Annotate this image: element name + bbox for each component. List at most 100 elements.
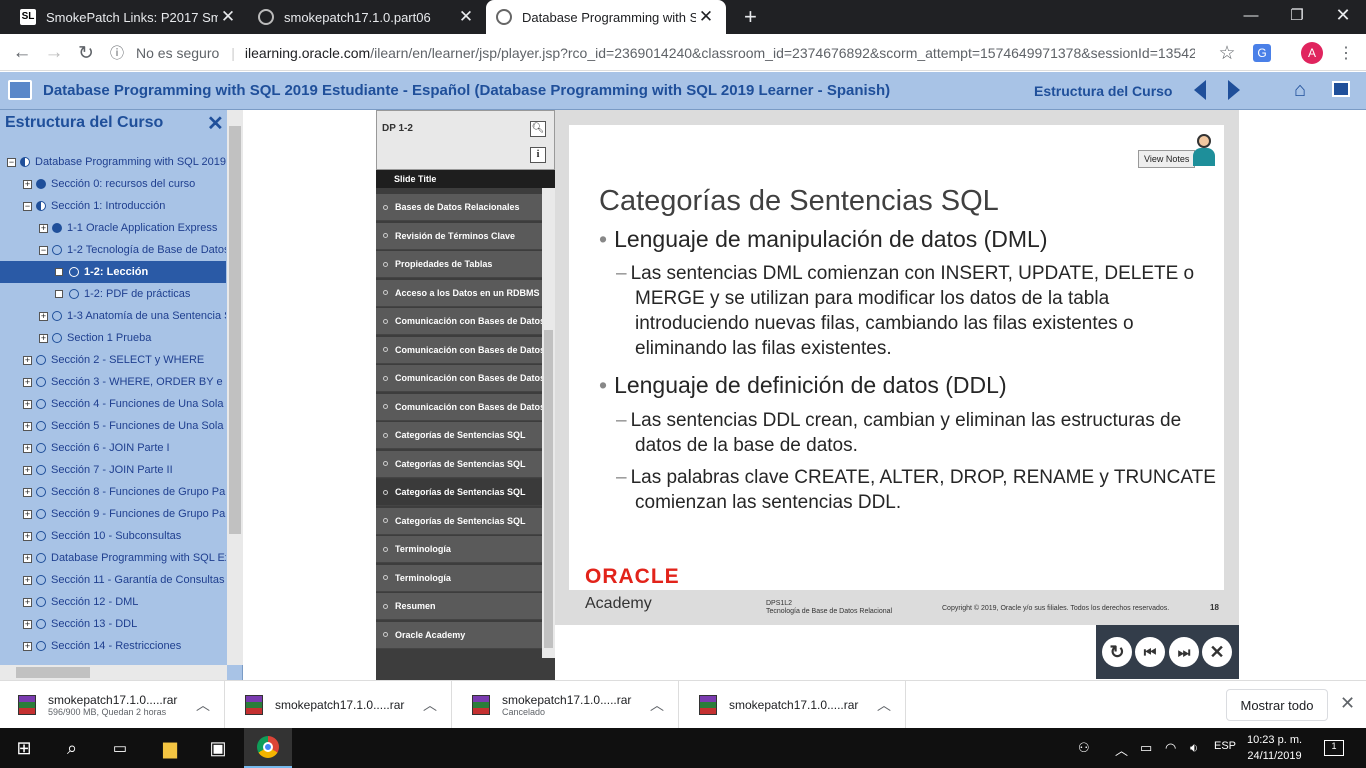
chevron-up-icon[interactable]: ︿: [196, 695, 210, 715]
sidebar-tree-item[interactable]: + Sección 12 - DML: [0, 591, 226, 613]
slide-list-item[interactable]: Categorías de Sentencias SQL: [376, 450, 542, 478]
minimize-icon[interactable]: —: [1228, 0, 1274, 30]
file-explorer-icon[interactable]: ▆: [146, 728, 194, 768]
slide-list-item[interactable]: Comunicación con Bases de Datos: [376, 365, 542, 392]
info-icon[interactable]: ⓘ: [110, 43, 124, 63]
sidebar-scroll-thumb[interactable]: [229, 126, 241, 534]
slide-list-item[interactable]: Revisión de Términos Clave: [376, 222, 542, 250]
translate-icon[interactable]: G: [1253, 44, 1271, 62]
download-item[interactable]: smokepatch17.1.0.....rar ︿: [681, 681, 906, 729]
sidebar-tree-item[interactable]: + Sección 13 - DDL: [0, 613, 226, 635]
slide-list-item[interactable]: Categorías de Sentencias SQL: [376, 422, 542, 449]
slide-list-item[interactable]: Comunicación con Bases de Datos: [376, 336, 542, 364]
close-tab-icon[interactable]: ✕: [696, 7, 716, 27]
sidebar-tree-item[interactable]: − Sección 1: Introducción: [0, 195, 226, 217]
collapse-icon[interactable]: −: [23, 201, 32, 211]
sidebar-tree-item[interactable]: + Sección 8 - Funciones de Grupo Part: [0, 481, 226, 503]
expand-icon[interactable]: +: [23, 355, 32, 365]
sidebar-tree-item[interactable]: +1-1 Oracle Application Express: [0, 217, 226, 239]
expand-icon[interactable]: +: [23, 575, 32, 585]
slide-list-item[interactable]: Comunicación con Bases de Datos: [376, 393, 542, 421]
info-icon[interactable]: i: [530, 147, 546, 163]
download-item[interactable]: smokepatch17.1.0.....rar Cancelado ︿: [454, 681, 679, 729]
reload-icon[interactable]: ↻: [73, 40, 99, 66]
sidebar-tree-item[interactable]: − 1-2 Tecnología de Base de Datos: [0, 239, 226, 261]
slide-list-item[interactable]: Acceso a los Datos en un RDBMS: [376, 279, 542, 307]
expand-icon[interactable]: +: [23, 553, 32, 563]
expand-icon[interactable]: +: [23, 465, 32, 475]
back-icon[interactable]: ←: [9, 40, 35, 66]
sidebar-tree-item[interactable]: 1-2: Lección: [0, 261, 226, 283]
chevron-up-icon[interactable]: ︿: [650, 695, 664, 715]
expand-icon[interactable]: +: [39, 223, 48, 233]
slide-list-item[interactable]: Categorías de Sentencias SQL: [376, 479, 542, 506]
search-icon[interactable]: 🔍︎: [530, 121, 546, 137]
forward-icon[interactable]: →: [41, 40, 67, 66]
view-notes-button[interactable]: View Notes: [1138, 150, 1196, 168]
close-icon[interactable]: ✕: [207, 111, 224, 136]
sidebar-tree-item[interactable]: + Sección 14 - Restricciones: [0, 635, 226, 657]
security-label[interactable]: No es seguro: [136, 45, 219, 61]
expand-icon[interactable]: +: [23, 179, 32, 189]
sidebar-tree-item[interactable]: + Sección 5 - Funciones de Una Sola Fi: [0, 415, 226, 437]
system-clock[interactable]: 10:23 p. m. 24/11/2019: [1247, 732, 1302, 764]
sidebar-tree-item[interactable]: + Sección 3 - WHERE, ORDER BY e Intr: [0, 371, 226, 393]
sidebar-tree-item[interactable]: + Sección 0: recursos del curso: [0, 173, 226, 195]
close-downloads-icon[interactable]: ✕: [1340, 693, 1355, 714]
menu-icon[interactable]: ⋮: [1333, 40, 1359, 66]
expand-icon[interactable]: +: [23, 641, 32, 651]
slide-list-scroll-thumb[interactable]: [544, 330, 553, 648]
sidebar-tree-item[interactable]: + Sección 7 - JOIN Parte II: [0, 459, 226, 481]
replay-icon[interactable]: ↻: [1102, 637, 1132, 667]
new-tab-button[interactable]: +: [734, 0, 764, 34]
next-slide-icon[interactable]: ⏭: [1169, 637, 1199, 667]
collapse-icon[interactable]: −: [7, 157, 16, 167]
expand-icon[interactable]: +: [39, 333, 48, 343]
chevron-up-icon[interactable]: ︿: [1115, 740, 1128, 759]
sidebar-tree-item[interactable]: − Database Programming with SQL 2019 E: [0, 151, 226, 173]
chrome-icon[interactable]: [244, 728, 292, 768]
download-item[interactable]: smokepatch17.1.0.....rar ︿: [227, 681, 452, 729]
slide-list-item[interactable]: Propiedades de Tablas: [376, 251, 542, 278]
slide-list-item[interactable]: Terminología: [376, 536, 542, 563]
slide-list-item[interactable]: Terminología: [376, 564, 542, 592]
wifi-icon[interactable]: ◠: [1165, 740, 1176, 756]
expand-icon[interactable]: +: [39, 311, 48, 321]
window-toggle-icon[interactable]: [1332, 81, 1350, 97]
store-icon[interactable]: ▣: [194, 728, 242, 768]
expand-icon[interactable]: +: [23, 509, 32, 519]
slide-list-item[interactable]: Resumen: [376, 593, 542, 620]
sidebar-tree-item[interactable]: 1-2: PDF de prácticas: [0, 283, 226, 305]
close-tab-icon[interactable]: ✕: [456, 7, 476, 27]
sidebar-tree-item[interactable]: + Sección 4 - Funciones de Una Sola Fi: [0, 393, 226, 415]
expand-icon[interactable]: +: [23, 597, 32, 607]
address-bar[interactable]: ⓘ No es seguro | ilearning.oracle.com/il…: [110, 38, 1250, 67]
browser-tab[interactable]: SL SmokePatch Links: P2017 Smoke ✕: [10, 0, 248, 34]
sidebar-tree-item[interactable]: + Section 1 Prueba: [0, 327, 226, 349]
next-arrow-icon[interactable]: [1228, 80, 1240, 100]
close-player-icon[interactable]: ✕: [1202, 637, 1232, 667]
collapse-icon[interactable]: −: [39, 245, 48, 255]
close-tab-icon[interactable]: ✕: [218, 7, 238, 27]
volume-icon[interactable]: 🔉︎: [1190, 740, 1198, 756]
slide-list-item[interactable]: Categorías de Sentencias SQL: [376, 507, 542, 535]
previous-slide-icon[interactable]: ⏮: [1135, 637, 1165, 667]
expand-icon[interactable]: +: [23, 377, 32, 387]
slide-list-item[interactable]: Comunicación con Bases de Datos: [376, 308, 542, 335]
restore-icon[interactable]: ❐: [1274, 0, 1320, 30]
expand-icon[interactable]: +: [23, 531, 32, 541]
sidebar-tree-item[interactable]: + Sección 10 - Subconsultas: [0, 525, 226, 547]
show-all-downloads-button[interactable]: Mostrar todo: [1226, 689, 1328, 721]
battery-icon[interactable]: ▭: [1140, 740, 1152, 756]
sidebar-tree-item[interactable]: + Sección 9 - Funciones de Grupo Part: [0, 503, 226, 525]
task-view-icon[interactable]: ▭: [96, 728, 144, 768]
close-window-icon[interactable]: ✕: [1320, 0, 1366, 30]
home-icon[interactable]: ⌂: [1294, 79, 1306, 102]
expand-icon[interactable]: +: [23, 421, 32, 431]
sidebar-tree-item[interactable]: +1-3 Anatomía de una Sentencia S: [0, 305, 226, 327]
chevron-up-icon[interactable]: ︿: [423, 695, 437, 715]
download-item[interactable]: smokepatch17.1.0.....rar 596/900 MB, Qued…: [0, 681, 225, 729]
course-structure-link[interactable]: Estructura del Curso: [1034, 83, 1172, 99]
bookmark-star-icon[interactable]: ☆: [1214, 40, 1240, 66]
expand-icon[interactable]: +: [23, 443, 32, 453]
